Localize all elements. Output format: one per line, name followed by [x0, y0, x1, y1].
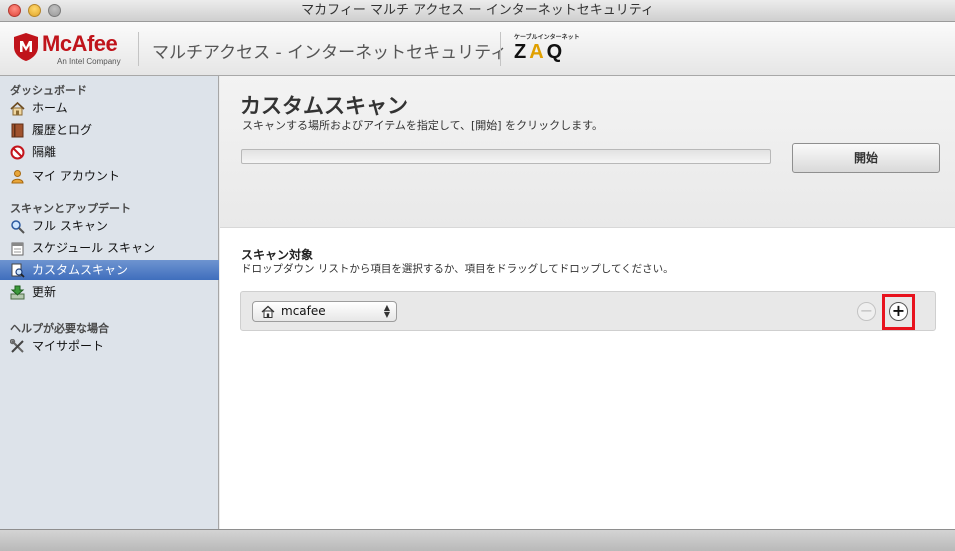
scan-progress-bar [241, 149, 771, 164]
sidebar-section-help: ヘルプが必要な場合 [10, 322, 109, 335]
brand-logo-text: McAfee [42, 31, 118, 56]
scan-header-panel: カスタムスキャン スキャンする場所およびアイテムを指定して、[開始] をクリック… [220, 76, 955, 228]
prohibited-icon [10, 145, 25, 160]
up-down-arrows-icon: ▲ ▼ [383, 303, 390, 319]
sidebar-item-label: 更新 [32, 285, 57, 299]
book-icon [11, 123, 24, 138]
window-titlebar: マカフィー マルチ アクセス ー インターネットセキュリティ [0, 0, 955, 22]
sidebar-section-dashboard: ダッシュボード [10, 84, 87, 97]
calendar-icon [11, 242, 24, 256]
page-description: スキャンする場所およびアイテムを指定して、[開始] をクリックします。 [242, 119, 603, 132]
sidebar-item-full-scan[interactable]: フル スキャン [0, 216, 219, 236]
home-icon [10, 101, 25, 116]
scan-target-row: mcafee ▲ ▼ − + [240, 291, 936, 331]
mcafee-shield-icon [14, 33, 38, 61]
document-magnifier-icon [11, 263, 25, 278]
window-bottom-bar [0, 529, 955, 551]
start-scan-button[interactable]: 開始 [792, 143, 940, 173]
sidebar-item-quarantine[interactable]: 隔離 [0, 142, 219, 162]
sidebar-item-label: スケジュール スキャン [32, 241, 155, 255]
sidebar-item-history[interactable]: 履歴とログ [0, 120, 219, 140]
zoom-window-button[interactable] [48, 4, 61, 17]
download-icon [10, 285, 25, 300]
page-title: カスタムスキャン [240, 94, 408, 118]
sidebar-item-label: マイサポート [32, 339, 105, 353]
window-title: マカフィー マルチ アクセス ー インターネットセキュリティ [301, 3, 654, 18]
sidebar-item-label: 履歴とログ [32, 123, 93, 137]
brand-subtitle: An Intel Company [57, 57, 121, 66]
scan-target-value: mcafee [281, 304, 326, 318]
user-icon [11, 170, 24, 184]
sidebar-item-label: マイ アカウント [32, 169, 120, 183]
sidebar-item-my-support[interactable]: マイサポート [0, 336, 219, 356]
sidebar-item-scheduled-scan[interactable]: スケジュール スキャン [0, 238, 219, 258]
sidebar: ダッシュボード ホーム 履歴とログ 隔離 マイ アカウント スキャンとアップデー… [0, 76, 219, 529]
header-divider [500, 32, 501, 66]
sidebar-item-label: 隔離 [32, 145, 57, 159]
sidebar-item-my-account[interactable]: マイ アカウント [0, 166, 219, 186]
sidebar-item-label: フル スキャン [32, 219, 108, 233]
sidebar-item-custom-scan[interactable]: カスタムスキャン [0, 260, 219, 280]
app-header: McAfee An Intel Company マルチアクセス - インターネッ… [0, 22, 955, 76]
sidebar-item-label: カスタムスキャン [32, 263, 129, 277]
sidebar-section-scan: スキャンとアップデート [10, 202, 131, 215]
minimize-window-button[interactable] [28, 4, 41, 17]
scan-target-dropdown[interactable]: mcafee ▲ ▼ [252, 301, 397, 322]
close-window-button[interactable] [8, 4, 21, 17]
scan-target-description: ドロップダウン リストから項目を選択するか、項目をドラッグしてドロップしてくださ… [241, 263, 674, 275]
partner-tagline: ケーブルインターネット [514, 34, 580, 41]
partner-logo: ZAQ [514, 41, 566, 63]
remove-target-button[interactable]: − [857, 302, 876, 321]
sidebar-item-update[interactable]: 更新 [0, 282, 219, 302]
product-title: マルチアクセス - インターネットセキュリティ [152, 43, 508, 63]
sidebar-item-home[interactable]: ホーム [0, 98, 219, 118]
tools-icon [10, 339, 24, 353]
magnifier-icon [11, 220, 25, 234]
home-icon [261, 305, 275, 318]
main-content: カスタムスキャン スキャンする場所およびアイテムを指定して、[開始] をクリック… [220, 76, 955, 529]
annotation-highlight-box [882, 294, 915, 330]
header-divider [138, 32, 139, 66]
sidebar-item-label: ホーム [32, 101, 68, 115]
